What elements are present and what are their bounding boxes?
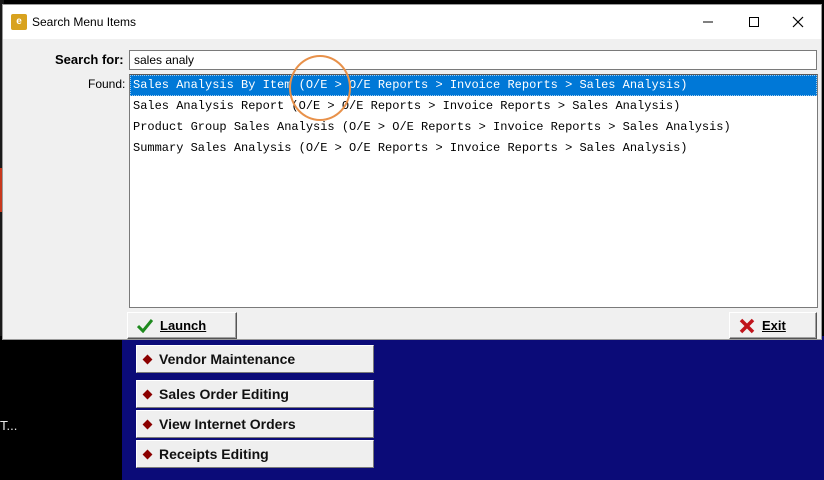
launch-button[interactable]: Launch [127,312,237,339]
minimize-button[interactable] [685,5,731,39]
diamond-bullet-icon [142,354,153,364]
truncated-text: T... [0,418,18,433]
list-item[interactable]: Sales Analysis Report (O/E > O/E Reports… [130,96,817,117]
dialog-title: Search Menu Items [32,15,137,29]
diamond-bullet-icon [142,419,153,429]
background-left-panel [0,336,122,480]
search-label: Search for: [55,52,124,67]
exit-button[interactable]: Exit [729,312,817,339]
results-list[interactable]: Sales Analysis By Item (O/E > O/E Report… [129,74,818,308]
view-internet-orders-button[interactable]: View Internet Orders [136,410,374,438]
title-bar: e Search Menu Items [3,5,821,39]
exit-label: Exit [762,318,786,333]
sales-order-editing-button[interactable]: Sales Order Editing [136,380,374,408]
x-icon [738,318,756,334]
close-button[interactable] [775,5,821,39]
list-item[interactable]: Product Group Sales Analysis (O/E > O/E … [130,117,817,138]
vendor-maintenance-button[interactable]: Vendor Maintenance [136,345,374,373]
diamond-bullet-icon [142,389,153,399]
checkmark-icon [136,318,154,334]
app-icon: e [11,14,27,30]
receipts-editing-button[interactable]: Receipts Editing [136,440,374,468]
diamond-bullet-icon [142,449,153,459]
maximize-icon [749,17,759,27]
search-input[interactable] [129,50,817,70]
found-label: Found: [88,77,126,91]
minimize-icon [703,21,713,23]
close-icon [792,16,804,28]
list-item[interactable]: Sales Analysis By Item (O/E > O/E Report… [130,75,817,96]
launch-label: Launch [160,318,207,333]
search-menu-items-dialog: e Search Menu Items Search for: Found: S… [2,4,822,340]
maximize-button[interactable] [731,5,777,39]
list-item[interactable]: Summary Sales Analysis (O/E > O/E Report… [130,138,817,159]
